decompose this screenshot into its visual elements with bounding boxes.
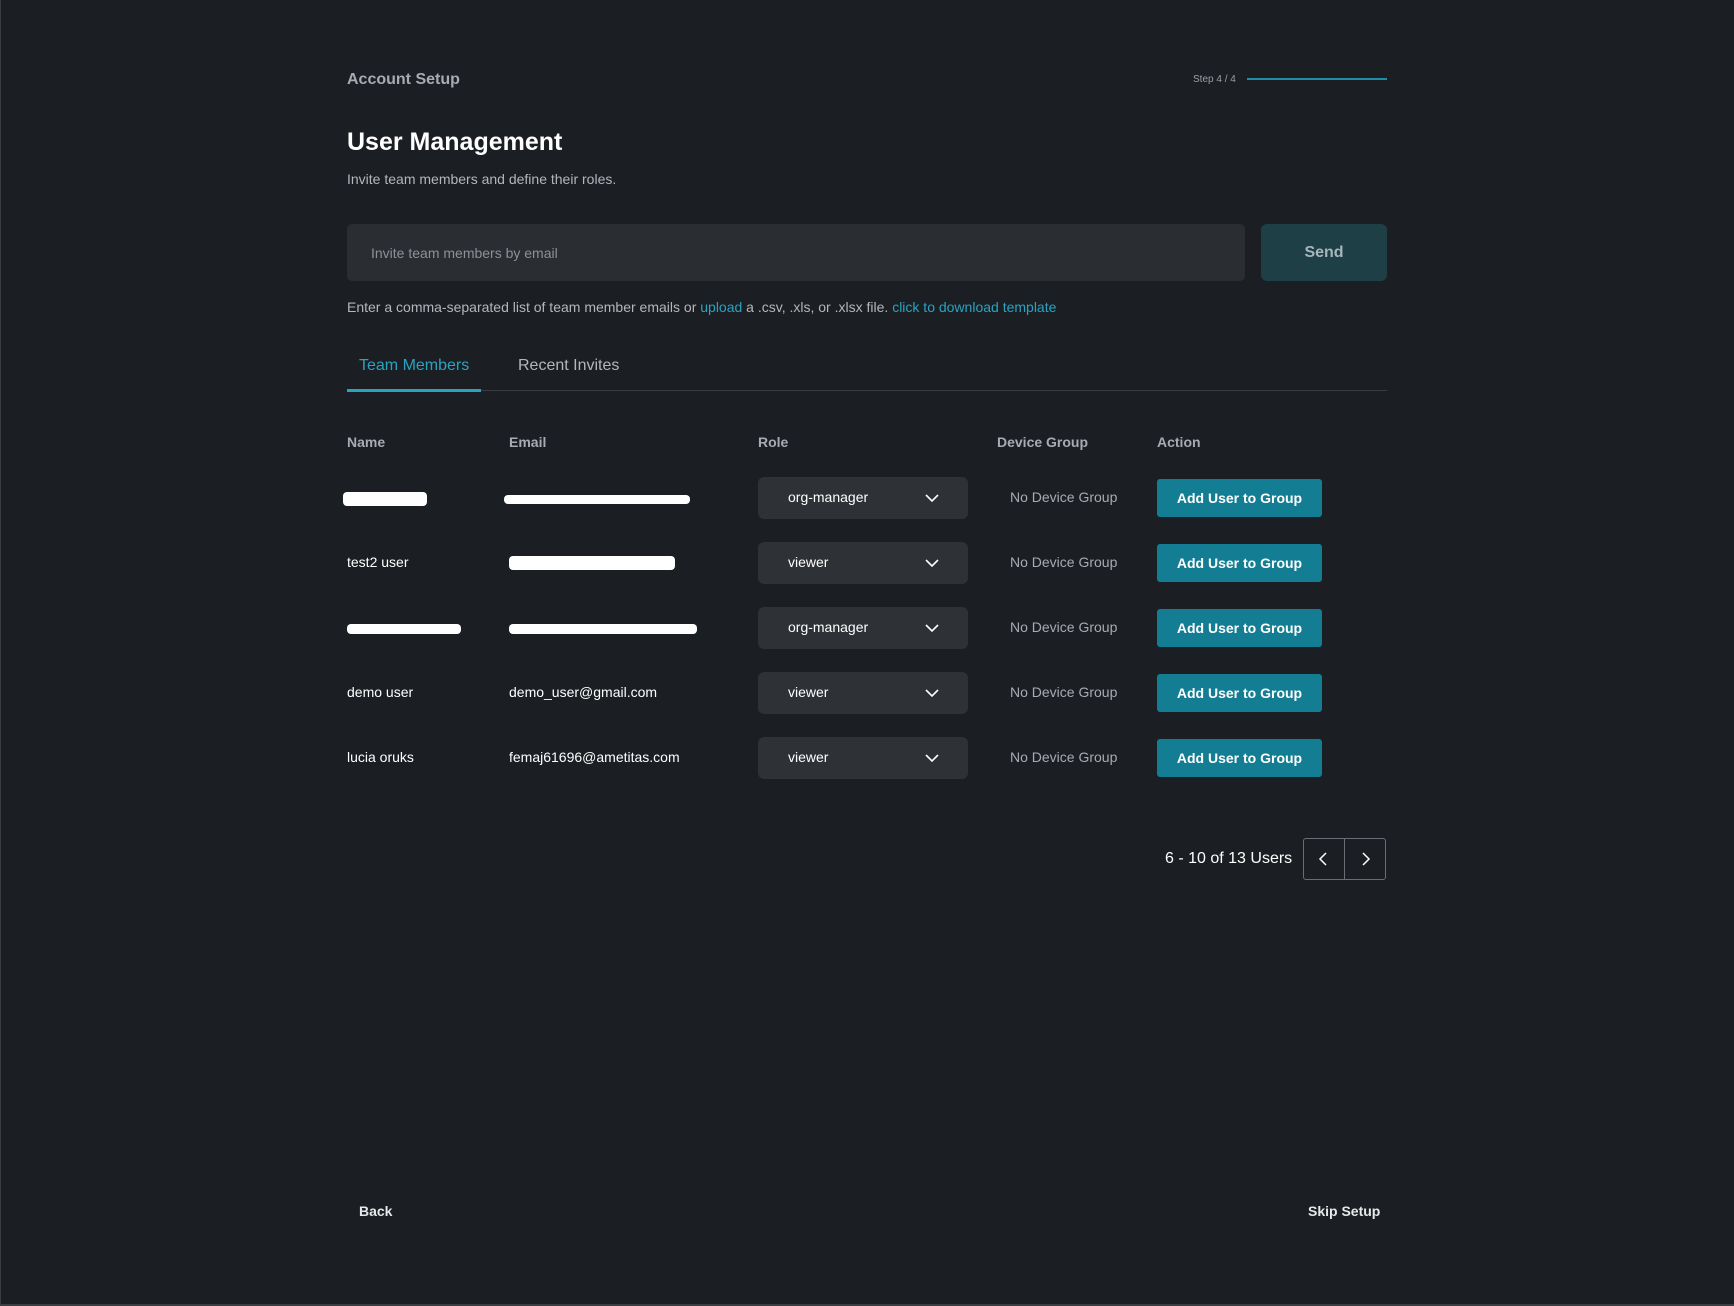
setup-header: Account Setup Step 4 / 4 [347,68,1387,92]
download-template-link[interactable]: click to download template [892,299,1056,315]
breadcrumb: Account Setup [347,71,460,88]
column-header-name: Name [347,434,386,450]
invite-hint: Enter a comma-separated list of team mem… [347,299,1056,315]
user-name: demo user [347,684,414,700]
redaction-mark [509,556,675,570]
invite-email-input[interactable] [347,224,1245,281]
user-name: test2 user [347,554,409,570]
step-indicator: Step 4 / 4 [1193,74,1236,85]
hint-text-prefix: Enter a comma-separated list of team mem… [347,299,701,315]
next-page-button[interactable] [1344,838,1386,880]
table-row: lucia oruks femaj61696@ametitas.com view… [347,737,1387,779]
chevron-down-icon [925,754,939,763]
add-user-to-group-button[interactable]: Add User to Group [1157,479,1322,517]
table-row: test2 user viewer No Device Group Add Us… [347,542,1387,584]
chevron-down-icon [925,689,939,698]
role-value: viewer [788,554,829,570]
upload-link[interactable]: upload [700,299,742,315]
step-progress-bar [1247,78,1387,80]
user-name: lucia oruks [347,749,414,765]
send-button[interactable]: Send [1261,224,1387,281]
redaction-mark [509,624,697,634]
previous-page-button[interactable] [1303,838,1345,880]
page-title: User Management [347,128,563,156]
role-dropdown[interactable]: org-manager [758,607,968,649]
role-dropdown[interactable]: viewer [758,672,968,714]
pagination-summary: 6 - 10 of 13 Users [1165,850,1293,867]
redaction-mark [504,495,690,504]
add-user-to-group-button[interactable]: Add User to Group [1157,544,1322,582]
skip-setup-button[interactable]: Skip Setup [1308,1203,1380,1219]
role-value: org-manager [788,619,869,635]
device-group-value: No Device Group [1010,489,1118,505]
tab-recent-invites[interactable]: Recent Invites [506,356,631,389]
role-value: viewer [788,684,829,700]
table-row: demo user demo_user@gmail.com viewer No … [347,672,1387,714]
role-dropdown[interactable]: org-manager [758,477,968,519]
table-row: org-manager No Device Group Add User to … [347,607,1387,649]
chevron-down-icon [925,559,939,568]
user-email: demo_user@gmail.com [509,684,658,700]
chevron-down-icon [925,624,939,633]
table-row: org-manager No Device Group Add User to … [343,477,1387,519]
column-header-device-group: Device Group [997,434,1089,450]
role-value: org-manager [788,489,869,505]
add-user-to-group-button[interactable]: Add User to Group [1157,609,1322,647]
column-header-email: Email [509,434,547,450]
chevron-down-icon [925,494,939,503]
column-header-role: Role [758,434,789,450]
add-user-to-group-button[interactable]: Add User to Group [1157,739,1322,777]
setup-container: Account Setup Step 4 / 4 User Management… [343,0,1387,1306]
device-group-value: No Device Group [1010,619,1118,635]
device-group-value: No Device Group [1010,554,1118,570]
page-subtitle: Invite team members and define their rol… [347,171,617,187]
chevron-left-icon [1318,852,1327,866]
device-group-value: No Device Group [1010,749,1118,765]
redaction-mark [347,624,461,634]
back-button[interactable]: Back [359,1203,392,1219]
tab-bar: Team Members Recent Invites [347,350,1387,392]
chevron-right-icon [1362,852,1371,866]
tab-team-members[interactable]: Team Members [347,356,482,392]
user-email: femaj61696@ametitas.com [509,749,680,765]
redaction-mark [343,492,427,506]
hint-text-middle: a .csv, .xls, or .xlsx file. [742,299,893,315]
device-group-value: No Device Group [1010,684,1118,700]
column-header-action: Action [1157,434,1201,450]
role-dropdown[interactable]: viewer [758,737,968,779]
role-value: viewer [788,749,829,765]
add-user-to-group-button[interactable]: Add User to Group [1157,674,1322,712]
role-dropdown[interactable]: viewer [758,542,968,584]
